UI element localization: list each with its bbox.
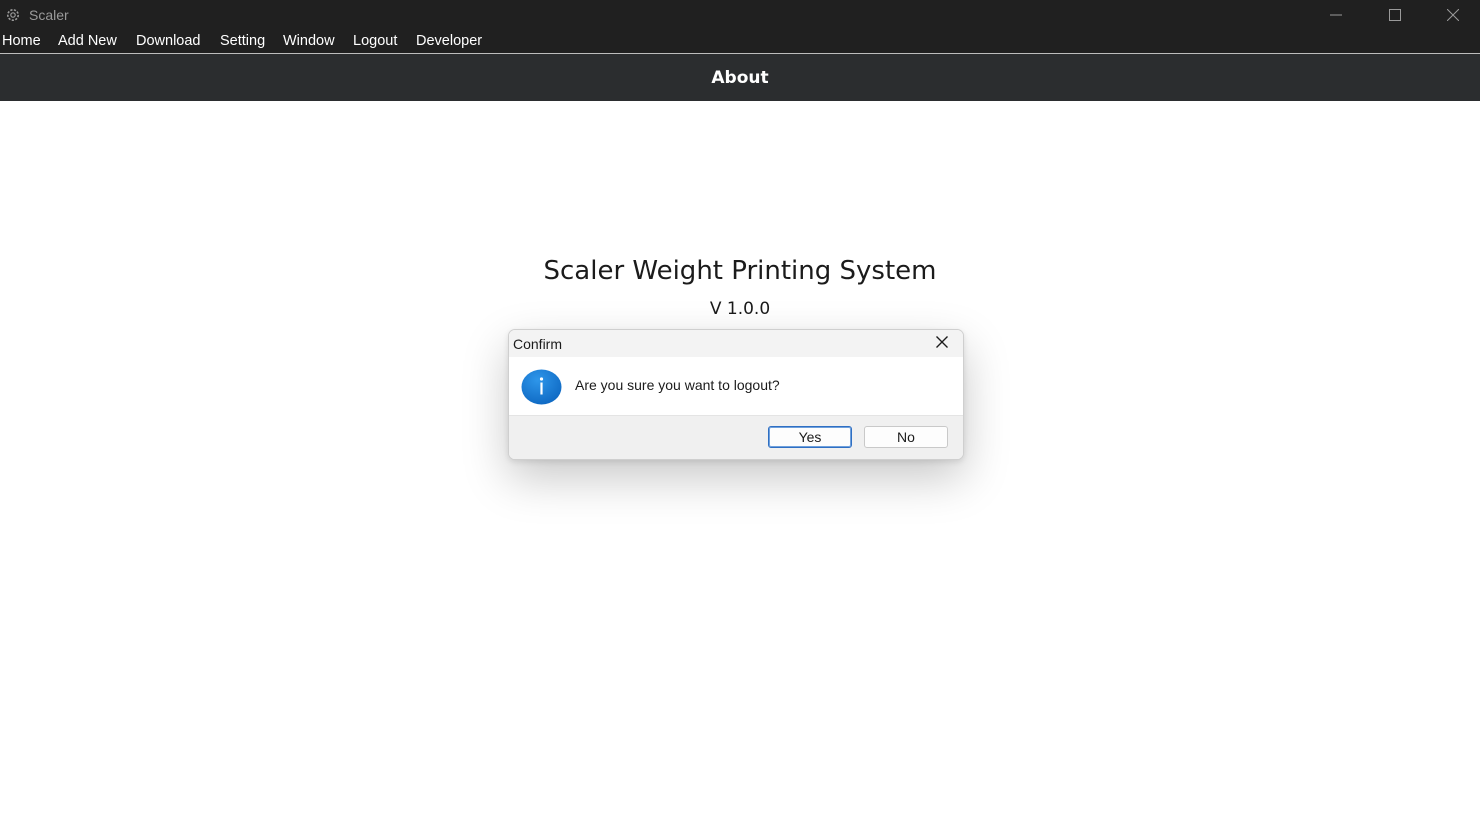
dialog-footer: Yes No: [509, 415, 963, 459]
close-icon: [936, 335, 948, 353]
app-version: V 1.0.0: [709, 299, 771, 319]
dialog-message: Are you sure you want to logout?: [575, 377, 780, 393]
window-titlebar: Scaler: [0, 0, 1480, 30]
close-icon: [1447, 9, 1459, 21]
no-button[interactable]: No: [864, 426, 948, 448]
menu-item-setting[interactable]: Setting: [220, 33, 265, 49]
gear-icon: [5, 7, 21, 23]
maximize-button[interactable]: [1366, 0, 1424, 30]
page-title: About: [711, 67, 769, 88]
dialog-close-button[interactable]: [927, 331, 957, 357]
menu-item-logout[interactable]: Logout: [353, 33, 397, 49]
menu-item-window[interactable]: Window: [283, 33, 335, 49]
menu-item-add-new[interactable]: Add New: [58, 33, 117, 49]
menu-item-download[interactable]: Download: [136, 33, 201, 49]
window-title: Scaler: [29, 7, 69, 23]
confirm-dialog: Confirm Are you sure you want to logout?: [508, 329, 964, 460]
menu-bar: Home Add New Download Setting Window Log…: [0, 30, 1480, 54]
menu-item-home[interactable]: Home: [2, 33, 41, 49]
dialog-titlebar: Confirm: [509, 330, 963, 357]
maximize-icon: [1389, 9, 1401, 21]
info-icon: [521, 369, 562, 405]
yes-button[interactable]: Yes: [768, 426, 852, 448]
minimize-icon: [1330, 9, 1342, 21]
page-header: About: [0, 54, 1480, 101]
minimize-button[interactable]: [1307, 0, 1365, 30]
window-close-button[interactable]: [1424, 0, 1480, 30]
app-name: Scaler Weight Printing System: [543, 256, 937, 286]
dialog-body: Are you sure you want to logout?: [509, 357, 963, 415]
menu-item-developer[interactable]: Developer: [416, 33, 482, 49]
dialog-title: Confirm: [513, 336, 563, 352]
